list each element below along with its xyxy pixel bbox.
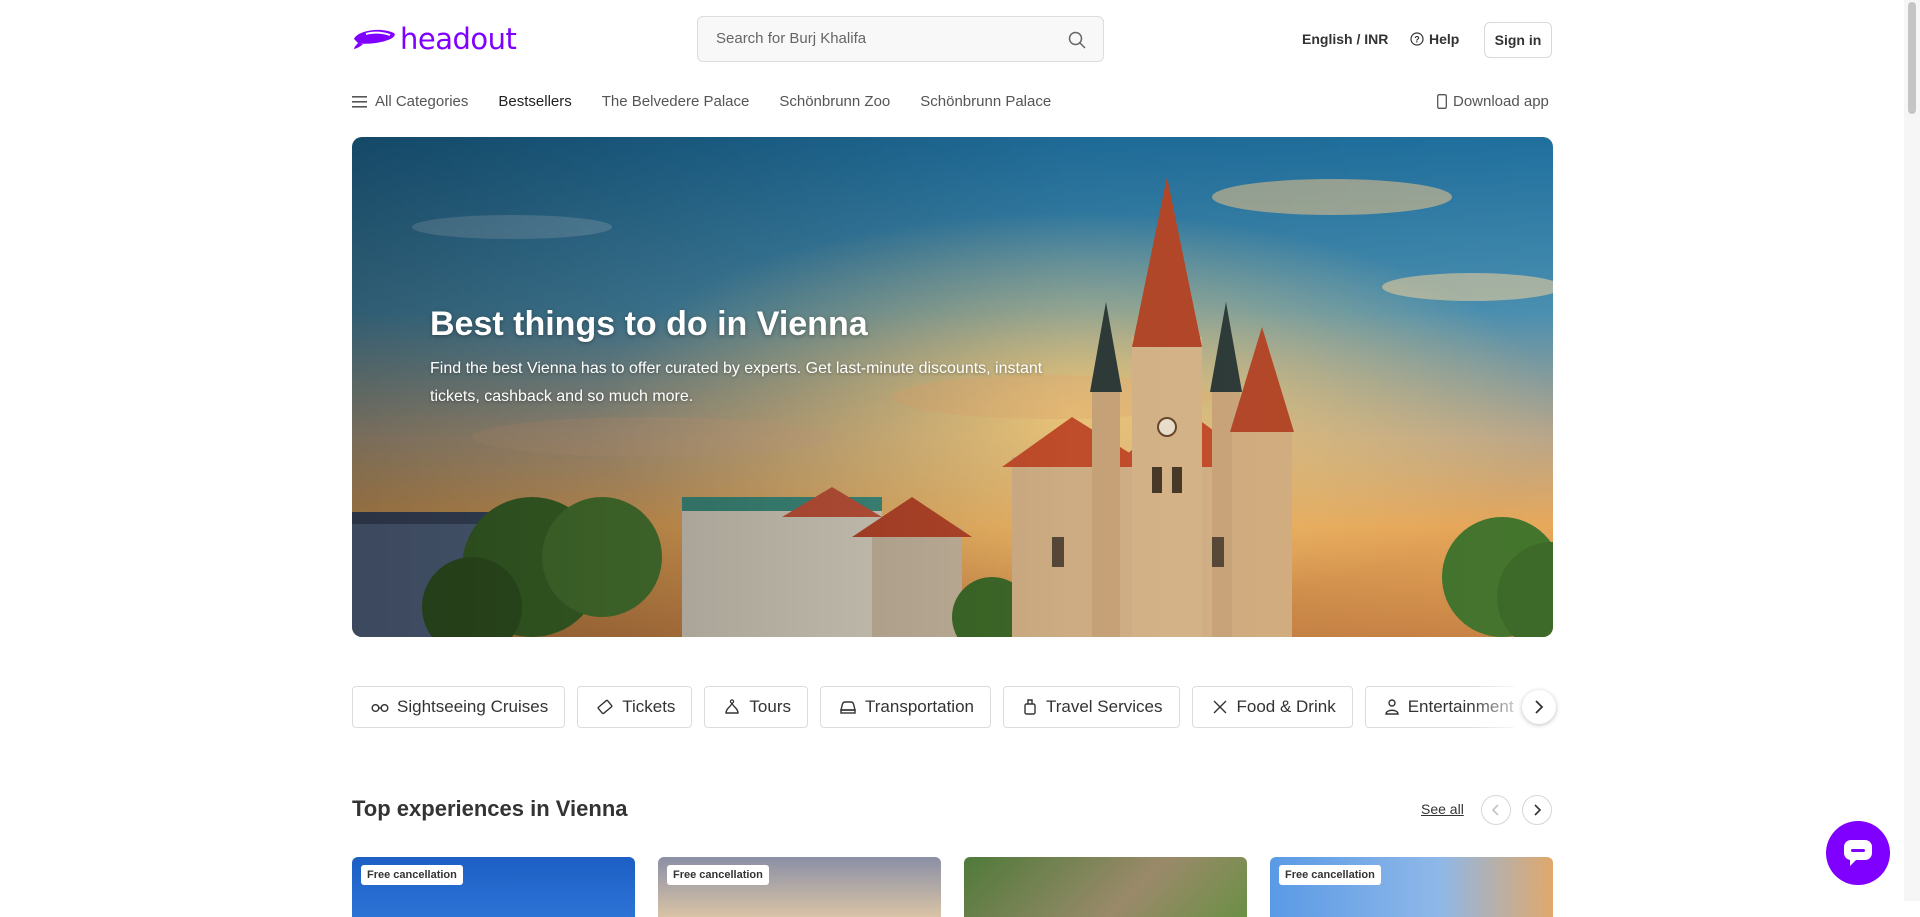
experience-card[interactable]: Free cancellation	[352, 857, 635, 917]
chevron-right-icon	[1535, 700, 1544, 714]
chevron-left-icon	[1491, 804, 1499, 816]
help-label: Help	[1429, 31, 1460, 47]
see-all-link[interactable]: See all	[1421, 801, 1464, 817]
chat-support-button[interactable]	[1826, 821, 1890, 885]
entertainment-icon	[1385, 699, 1399, 715]
headout-logo[interactable]: headout	[352, 22, 517, 56]
phone-icon	[1437, 94, 1447, 109]
free-cancellation-badge: Free cancellation	[667, 865, 769, 885]
experience-card[interactable]	[964, 857, 1247, 917]
language-currency-selector[interactable]: English / INR	[1302, 31, 1388, 47]
chip-row-fade	[1470, 684, 1530, 730]
chip-label: Transportation	[865, 697, 974, 716]
travel-services-icon	[1024, 699, 1036, 715]
car-icon	[840, 701, 856, 714]
category-chip-row: Sightseeing Cruises Tickets Tours Transp…	[352, 686, 1514, 728]
chip-label: Travel Services	[1045, 697, 1163, 716]
nav-item-schonbrunn-zoo[interactable]: Schönbrunn Zoo	[779, 93, 890, 110]
chip-label: Food & Drink	[1236, 697, 1336, 716]
hamburger-icon	[352, 95, 367, 108]
help-icon: ?	[1410, 32, 1424, 46]
ticket-icon	[597, 699, 613, 715]
help-link[interactable]: ? Help	[1410, 31, 1459, 47]
chevron-right-icon	[1534, 804, 1542, 816]
food-drink-icon	[1213, 700, 1226, 714]
experiences-prev-button[interactable]	[1481, 795, 1511, 825]
hero-subtitle: Find the best Vienna has to offer curate…	[430, 360, 1043, 405]
chip-tours[interactable]: Tours	[704, 686, 808, 728]
chip-transportation[interactable]: Transportation	[820, 686, 991, 728]
hero-title: Best things to do in Vienna	[430, 305, 868, 343]
experience-card[interactable]: Free cancellation	[658, 857, 941, 917]
category-nav: All Categories Bestsellers The Belvedere…	[352, 93, 1081, 110]
download-app-label: Download app	[1453, 93, 1549, 110]
experience-card[interactable]: Free cancellation	[1270, 857, 1553, 917]
chip-sightseeing-cruises[interactable]: Sightseeing Cruises	[352, 686, 566, 728]
scrollbar-thumb[interactable]	[1908, 2, 1916, 114]
chat-bubble-icon	[1844, 840, 1872, 866]
page-scrollbar[interactable]	[1904, 0, 1920, 901]
chip-label: Tours	[749, 697, 791, 716]
chip-food-drink[interactable]: Food & Drink	[1191, 686, 1353, 728]
chip-label: Tickets	[622, 697, 676, 716]
cruise-icon	[371, 703, 389, 712]
chip-label: Sightseeing Cruises	[397, 697, 549, 716]
blimp-logo-icon	[354, 29, 395, 49]
nav-item-bestsellers[interactable]: Bestsellers	[498, 93, 571, 110]
free-cancellation-badge: Free cancellation	[361, 865, 463, 885]
svg-text:?: ?	[1414, 35, 1420, 45]
nav-item-belvedere-palace[interactable]: The Belvedere Palace	[602, 93, 750, 110]
sign-in-button[interactable]: Sign in	[1484, 22, 1552, 58]
hero-banner: Best things to do in Vienna Find the bes…	[352, 137, 1553, 637]
chip-tickets[interactable]: Tickets	[577, 686, 693, 728]
all-categories-menu[interactable]: All Categories	[352, 93, 468, 110]
section-title-top-experiences: Top experiences in Vienna	[352, 796, 628, 821]
search-input[interactable]	[714, 29, 1048, 48]
all-categories-label: All Categories	[375, 93, 469, 110]
chip-travel-services[interactable]: Travel Services	[1002, 686, 1180, 728]
download-app-link[interactable]: Download app	[1437, 93, 1549, 110]
nav-item-schonbrunn-palace[interactable]: Schönbrunn Palace	[920, 93, 1051, 110]
free-cancellation-badge: Free cancellation	[1279, 865, 1381, 885]
tours-icon	[725, 699, 740, 714]
search-icon[interactable]	[1067, 30, 1087, 50]
brand-name: headout	[400, 22, 517, 56]
search-bar[interactable]	[697, 16, 1104, 62]
categories-next-button[interactable]	[1522, 690, 1556, 724]
experiences-next-button[interactable]	[1522, 795, 1552, 825]
